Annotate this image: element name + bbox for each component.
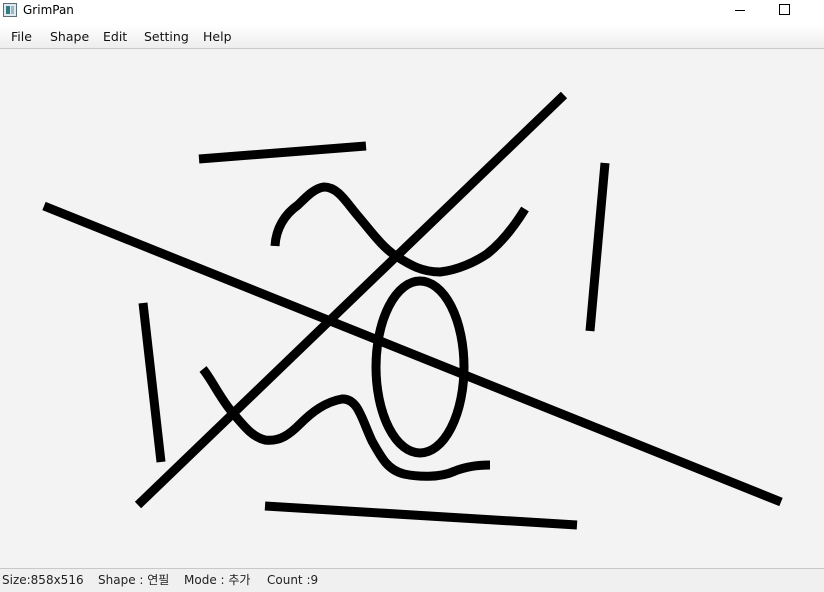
minimize-icon[interactable] (718, 0, 764, 22)
shape-line-right-vertical (585, 162, 610, 332)
drawing-canvas[interactable] (0, 49, 824, 568)
menu-setting[interactable]: Setting (144, 29, 189, 45)
canvas-drawing (42, 91, 783, 530)
shape-line-diagonal-down (42, 201, 783, 507)
status-size: Size:858x516 (2, 573, 84, 587)
shape-pencil-lower (199, 366, 491, 481)
status-mode: Mode : 추가 (184, 573, 251, 587)
shape-line-left-vertical (138, 302, 166, 463)
app-icon (3, 3, 17, 17)
status-shape: Shape : 연필 (98, 573, 170, 587)
title-bar[interactable]: GrimPan (0, 0, 824, 24)
maximize-icon[interactable] (762, 0, 808, 22)
status-bar: Size:858x516 Shape : 연필 Mode : 추가 Count … (0, 568, 824, 592)
menu-shape[interactable]: Shape (50, 29, 89, 45)
shape-pencil-upper (270, 182, 529, 277)
grimpan-window: GrimPan File Shape Edit Setting Help Siz (0, 0, 824, 592)
menu-edit[interactable]: Edit (103, 29, 127, 45)
menu-bar: File Shape Edit Setting Help (0, 25, 824, 49)
shape-line-top (198, 141, 367, 164)
menu-help[interactable]: Help (203, 29, 232, 45)
shape-line-bottom (264, 501, 578, 530)
window-title: GrimPan (23, 3, 74, 17)
status-count: Count :9 (267, 573, 319, 587)
menu-file[interactable]: File (11, 29, 32, 45)
